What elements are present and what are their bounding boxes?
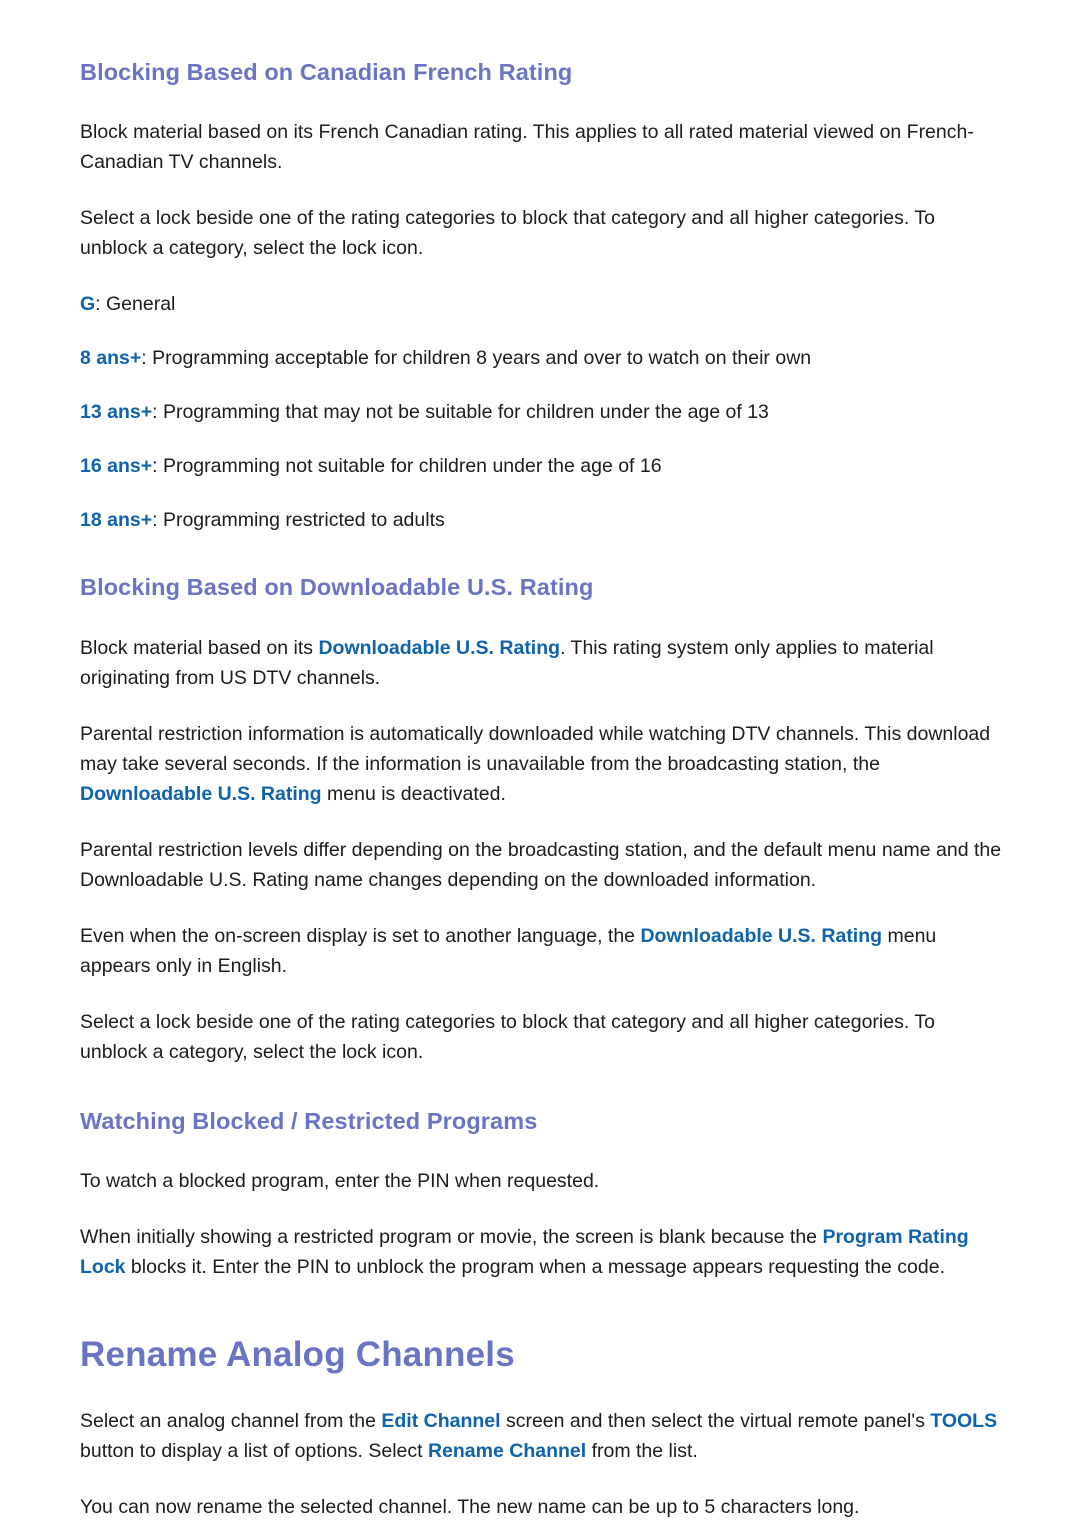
list-item: 13 ans+: Programming that may not be sui… bbox=[80, 397, 1005, 427]
rating-description: Programming that may not be suitable for… bbox=[162, 401, 769, 424]
paragraph-french-canadian-lock-instructions: Select a lock beside one of the rating c… bbox=[80, 207, 935, 260]
text-fragment: Even when the on-screen display is set t… bbox=[80, 924, 641, 947]
section-heading-watching-blocked-programs: Watching Blocked / Restricted Programs bbox=[80, 1107, 538, 1134]
text-fragment: menu is deactivated. bbox=[321, 782, 506, 805]
rating-description: General bbox=[106, 293, 176, 316]
inline-emphasis-downloadable-us-rating: Downloadable U.S. Rating bbox=[318, 636, 561, 659]
inline-emphasis-downloadable-us-rating: Downloadable U.S. Rating bbox=[640, 924, 883, 947]
rating-separator: : bbox=[152, 401, 163, 424]
rating-key-16-ans: 16 ans+ bbox=[80, 455, 153, 478]
section-heading-downloadable-us-rating: Blocking Based on Downloadable U.S. Rati… bbox=[80, 574, 594, 601]
text-fragment: button to display a list of options. Sel… bbox=[80, 1440, 428, 1463]
paragraph-french-canadian-intro: Block material based on its French Canad… bbox=[80, 121, 974, 174]
paragraph-rename-instructions: Select an analog channel from the Edit C… bbox=[80, 1406, 1005, 1466]
rating-description: Programming restricted to adults bbox=[162, 509, 445, 532]
text-fragment: from the list. bbox=[586, 1440, 698, 1463]
text-fragment: Parental restriction information is auto… bbox=[80, 722, 991, 775]
section-canadian-french-rating: Blocking Based on Canadian French Rating… bbox=[80, 58, 1005, 535]
paragraph-english-only: Even when the on-screen display is set t… bbox=[80, 921, 1005, 981]
inline-emphasis-tools: TOOLS bbox=[930, 1410, 998, 1433]
list-item: 18 ans+: Programming restricted to adult… bbox=[80, 505, 1005, 535]
rating-key-18-ans: 18 ans+ bbox=[80, 509, 153, 532]
rating-separator: : bbox=[141, 347, 153, 370]
rating-category-list-french: G: General 8 ans+: Programming acceptabl… bbox=[80, 289, 1005, 535]
section-heading-canadian-french-rating: Blocking Based on Canadian French Rating bbox=[80, 59, 573, 85]
inline-emphasis-downloadable-us-rating: Downloadable U.S. Rating bbox=[80, 782, 322, 805]
page-title: Rename Analog Channels bbox=[80, 1335, 515, 1375]
section-watching-blocked-programs: Watching Blocked / Restricted Programs T… bbox=[80, 1107, 1005, 1282]
rating-key-8-ans: 8 ans+ bbox=[80, 347, 142, 370]
text-fragment: Select an analog channel from the bbox=[80, 1410, 382, 1433]
rating-separator: : bbox=[95, 293, 107, 316]
paragraph-us-lock-instructions: Select a lock beside one of the rating c… bbox=[80, 1010, 935, 1063]
paragraph-auto-download: Parental restriction information is auto… bbox=[80, 719, 1005, 809]
text-fragment: Block material based on its bbox=[80, 636, 319, 659]
paragraph-rename-length-limit: You can now rename the selected channel.… bbox=[80, 1496, 860, 1519]
text-fragment: screen and then select the virtual remot… bbox=[500, 1410, 931, 1433]
rating-key-g: G bbox=[80, 293, 96, 316]
paragraph-enter-pin: To watch a blocked program, enter the PI… bbox=[80, 1170, 600, 1193]
page-content: Blocking Based on Canadian French Rating… bbox=[80, 0, 1005, 1522]
rating-description: Programming acceptable for children 8 ye… bbox=[152, 347, 812, 370]
chapter-rename-analog-channels: Rename Analog Channels Select an analog … bbox=[80, 1334, 1005, 1522]
text-fragment: When initially showing a restricted prog… bbox=[80, 1226, 823, 1249]
rating-description: Programming not suitable for children un… bbox=[162, 455, 662, 478]
section-downloadable-us-rating: Blocking Based on Downloadable U.S. Rati… bbox=[80, 573, 1005, 1066]
inline-emphasis-edit-channel: Edit Channel bbox=[381, 1410, 501, 1433]
rating-key-13-ans: 13 ans+ bbox=[80, 401, 153, 424]
paragraph-restriction-levels: Parental restriction levels differ depen… bbox=[80, 838, 1002, 891]
list-item: 16 ans+: Programming not suitable for ch… bbox=[80, 451, 1005, 481]
paragraph-program-rating-lock: When initially showing a restricted prog… bbox=[80, 1222, 1005, 1282]
rating-separator: : bbox=[152, 455, 163, 478]
rating-separator: : bbox=[152, 509, 163, 532]
list-item: G: General bbox=[80, 289, 1005, 319]
manual-page: Blocking Based on Canadian French Rating… bbox=[0, 0, 1080, 1527]
text-fragment: blocks it. Enter the PIN to unblock the … bbox=[125, 1256, 945, 1279]
list-item: 8 ans+: Programming acceptable for child… bbox=[80, 343, 1005, 373]
paragraph-downloadable-intro: Block material based on its Downloadable… bbox=[80, 633, 1005, 693]
inline-emphasis-rename-channel: Rename Channel bbox=[427, 1440, 587, 1463]
